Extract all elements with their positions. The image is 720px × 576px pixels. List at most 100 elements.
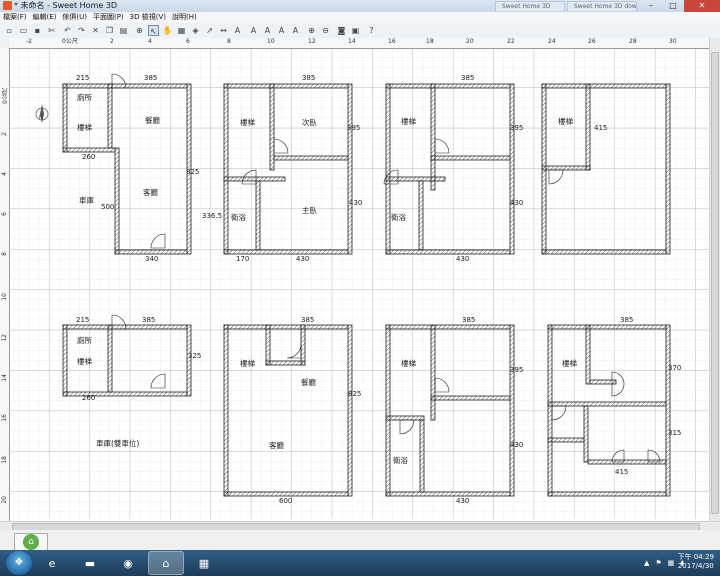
wall[interactable] — [585, 324, 591, 385]
wall[interactable] — [385, 415, 425, 421]
redo-icon[interactable]: ↷ — [76, 25, 87, 36]
wall[interactable] — [385, 491, 511, 497]
menu-furniture[interactable]: 傢俱(U) — [59, 12, 90, 23]
cut-icon[interactable]: ✄ — [46, 25, 57, 36]
text-style-icon[interactable]: A — [276, 25, 287, 36]
wall[interactable] — [547, 437, 585, 443]
wall[interactable] — [300, 324, 306, 366]
flag-icon[interactable]: ⚑ — [655, 559, 661, 567]
plan-view[interactable]: -2 0公尺 2 4 6 8 10 12 14 16 18 20 22 24 2… — [0, 38, 720, 530]
help-icon[interactable]: ? — [366, 25, 377, 36]
vertical-scrollbar[interactable] — [709, 38, 720, 530]
menu-edit[interactable]: 編輯(E) — [30, 12, 60, 23]
wall[interactable] — [419, 419, 425, 493]
3d-view-toggle[interactable]: ⌂ — [14, 533, 48, 551]
network-icon[interactable]: ▦ — [668, 559, 675, 567]
background-window-tab[interactable]: Sweet Home 3D download — [567, 1, 637, 11]
add-text-icon[interactable]: A — [232, 25, 243, 36]
wall[interactable] — [385, 324, 391, 497]
menu-help[interactable]: 說明(H) — [169, 12, 200, 23]
wall[interactable] — [509, 324, 515, 497]
zoom-out-icon[interactable]: ⊖ — [320, 25, 331, 36]
wall[interactable] — [265, 324, 271, 366]
wall[interactable] — [385, 176, 446, 182]
wall[interactable] — [347, 324, 353, 497]
zoom-in-icon[interactable]: ⊕ — [306, 25, 317, 36]
text-style-icon[interactable]: A — [262, 25, 273, 36]
wall[interactable] — [347, 83, 353, 255]
camera-icon[interactable]: ◙ — [336, 25, 347, 36]
arrow-up-icon[interactable]: ▲ — [644, 559, 649, 567]
delete-icon[interactable]: ✕ — [90, 25, 101, 36]
menu-file[interactable]: 檔案(F) — [0, 12, 30, 23]
paste-icon[interactable]: ▤ — [118, 25, 129, 36]
wall[interactable] — [62, 147, 116, 153]
wall[interactable] — [547, 491, 667, 497]
explorer-icon[interactable]: ▬ — [72, 551, 108, 575]
maximize-button[interactable]: □ — [662, 0, 684, 12]
wall[interactable] — [541, 249, 667, 255]
open-icon[interactable]: ▭ — [18, 25, 29, 36]
wall[interactable] — [418, 180, 424, 251]
select-icon[interactable]: ↖ — [148, 25, 159, 36]
firefox-icon[interactable]: ◉ — [110, 551, 146, 575]
create-dimensions-icon[interactable]: ↔ — [218, 25, 229, 36]
new-icon[interactable]: ▫ — [4, 25, 15, 36]
wall[interactable] — [269, 83, 275, 171]
create-walls-icon[interactable]: ▦ — [176, 25, 187, 36]
wall[interactable] — [547, 324, 553, 497]
undo-icon[interactable]: ↶ — [62, 25, 73, 36]
wall[interactable] — [430, 83, 436, 191]
wall[interactable] — [385, 83, 511, 89]
wall[interactable] — [265, 360, 306, 366]
sweethome3d-icon[interactable]: ⌂ — [148, 551, 184, 575]
wall[interactable] — [385, 83, 391, 255]
wall[interactable] — [223, 83, 349, 89]
wall[interactable] — [223, 324, 349, 330]
wall[interactable] — [430, 395, 511, 401]
ie-icon[interactable]: e — [34, 551, 70, 575]
menu-plan[interactable]: 平面圖(P) — [90, 12, 127, 23]
windows-start-icon[interactable]: ❖ — [6, 551, 32, 575]
wall[interactable] — [665, 83, 671, 255]
wall[interactable] — [430, 155, 511, 161]
wall[interactable] — [186, 324, 192, 397]
wall[interactable] — [385, 249, 511, 255]
wall[interactable] — [62, 83, 188, 89]
pan-icon[interactable]: ✋ — [162, 25, 173, 36]
clock[interactable]: 下午 04:29 2017/4/30 — [678, 553, 714, 571]
wall[interactable] — [62, 324, 68, 397]
wall[interactable] — [273, 155, 349, 161]
minimize-button[interactable]: – — [640, 0, 662, 12]
copy-icon[interactable]: ❐ — [104, 25, 115, 36]
wall[interactable] — [62, 83, 68, 153]
wall[interactable] — [107, 83, 113, 149]
wall[interactable] — [585, 83, 591, 171]
add-furniture-icon[interactable]: ⊕ — [134, 25, 145, 36]
wall[interactable] — [107, 324, 113, 393]
wall[interactable] — [430, 324, 436, 421]
create-rooms-icon[interactable]: ◈ — [190, 25, 201, 36]
wall[interactable] — [385, 324, 511, 330]
wall[interactable] — [223, 83, 229, 255]
video-icon[interactable]: ▣ — [350, 25, 361, 36]
wall[interactable] — [541, 83, 667, 89]
create-polylines-icon[interactable]: ↗ — [204, 25, 215, 36]
text-style-icon[interactable]: A — [248, 25, 259, 36]
close-button[interactable]: ✕ — [684, 0, 720, 12]
wall[interactable] — [509, 83, 515, 255]
text-style-icon[interactable]: A — [290, 25, 301, 36]
app-icon[interactable]: ▦ — [186, 551, 222, 575]
wall[interactable] — [114, 249, 188, 255]
wall[interactable] — [223, 491, 349, 497]
background-window-tab[interactable]: Sweet Home 3D — [495, 1, 565, 11]
wall[interactable] — [223, 176, 286, 182]
wall[interactable] — [223, 249, 349, 255]
wall[interactable] — [583, 405, 589, 463]
wall[interactable] — [114, 147, 120, 255]
wall[interactable] — [223, 324, 229, 497]
wall[interactable] — [255, 180, 261, 251]
save-icon[interactable]: ▪ — [32, 25, 43, 36]
menu-3d-view[interactable]: 3D 檢視(V) — [127, 12, 169, 23]
wall[interactable] — [665, 324, 671, 497]
